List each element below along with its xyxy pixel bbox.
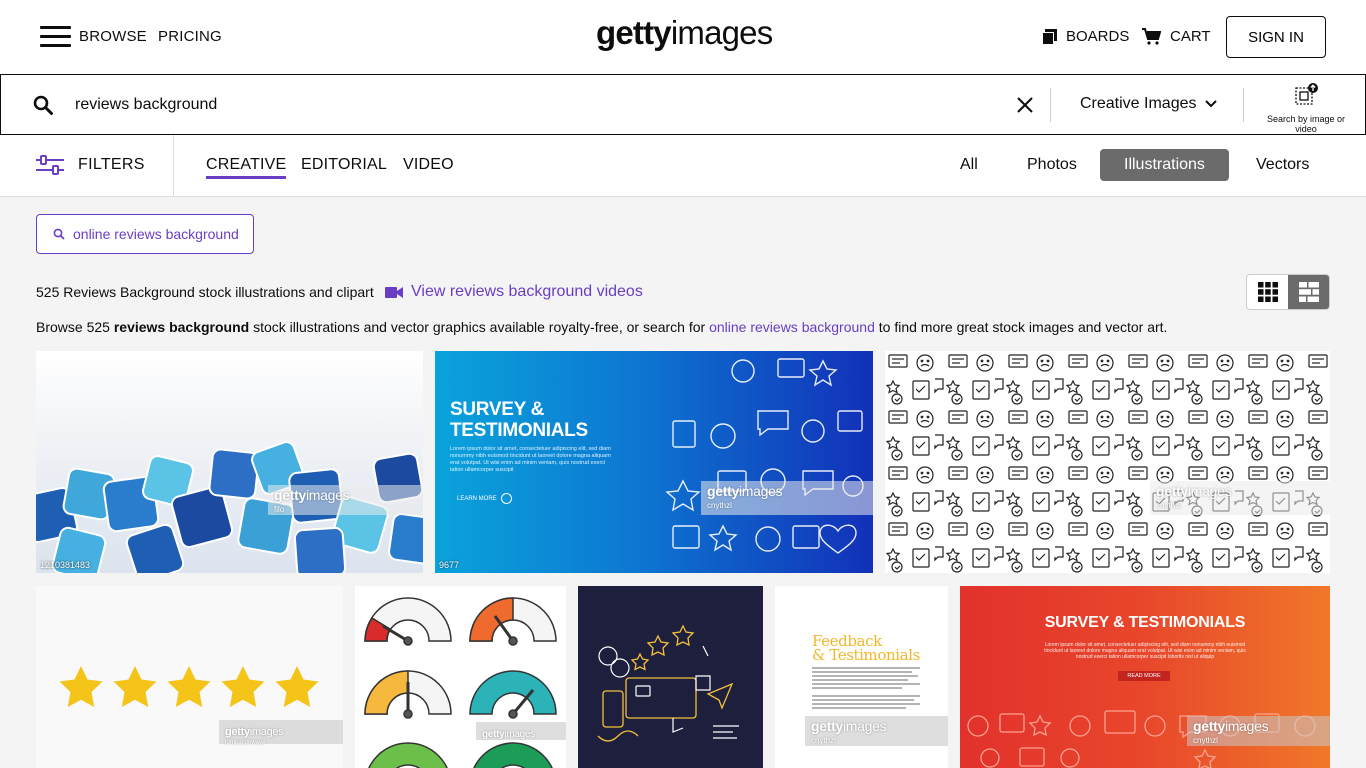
site-header: BROWSE PRICING gettyimages BOARDS CART S… <box>0 0 1366 74</box>
survey-red-body: Lorem ipsum dolor sit amet, consectetuer… <box>1044 642 1246 660</box>
image-id: 9677 <box>439 560 460 570</box>
watermark: gettyimages cnythzl <box>1150 481 1330 515</box>
watermark-logo: gettyimages <box>225 726 284 738</box>
image-credit: cnythzl <box>707 501 732 510</box>
media-tab-all[interactable]: All <box>960 156 978 174</box>
media-tab-vectors[interactable]: Vectors <box>1256 156 1309 174</box>
menu-icon[interactable] <box>40 26 71 48</box>
grid-icon <box>1257 282 1278 302</box>
watermark-logo: gettyimages <box>482 729 535 740</box>
image-credit: tombaconwave <box>225 740 266 746</box>
survey-body: Lorem ipsum dolor sit amet, consectetuer… <box>450 446 611 473</box>
watermark-logo: gettyimages <box>274 487 350 503</box>
browse-mid: stock illustrations and vector graphics … <box>249 319 710 335</box>
navy-icons-illustration <box>597 624 739 742</box>
browse-suffix: to find more great stock images and vect… <box>874 319 1168 335</box>
cart-link[interactable]: CART <box>1142 28 1211 45</box>
tab-creative[interactable]: CREATIVE <box>206 156 287 179</box>
image-tile-gauges[interactable]: gettyimages <box>355 586 566 768</box>
line-icons-pattern <box>885 351 1330 573</box>
search-by-image-label: Search by image or video <box>1266 114 1346 134</box>
getty-logo[interactable]: gettyimages <box>596 14 773 52</box>
survey-headline-1: SURVEY & <box>450 399 545 420</box>
filter-separator <box>173 135 174 197</box>
image-tile-survey-red[interactable]: SURVEY & TESTIMONIALS Lorem ipsum dolor … <box>960 586 1330 768</box>
filters-button[interactable]: FILTERS <box>36 155 145 175</box>
image-credit: filo <box>274 505 285 514</box>
search-input[interactable] <box>75 93 975 117</box>
boards-link[interactable]: BOARDS <box>1042 28 1129 45</box>
video-camera-icon <box>385 286 403 298</box>
search-divider <box>1050 88 1051 122</box>
filter-bar: FILTERS CREATIVE EDITORIAL VIDEO All Pho… <box>0 135 1366 197</box>
thumbs-up-illustration <box>36 441 423 573</box>
chevron-down-icon <box>1204 100 1217 108</box>
watermark: gettyimages cnythzl <box>805 716 948 746</box>
tab-video[interactable]: VIDEO <box>403 156 454 174</box>
suggested-search-chip[interactable]: online reviews background <box>36 214 254 254</box>
results-count: 525 Reviews Background stock illustratio… <box>36 284 374 300</box>
search-divider-2 <box>1243 88 1244 122</box>
image-tile-feedback[interactable]: Feedback & Testimonials gettyimages cnyt… <box>775 586 948 768</box>
search-bar: Creative Images Search by image or video <box>0 74 1366 135</box>
media-tab-photos[interactable]: Photos <box>1027 156 1077 174</box>
watermark: gettyimages <box>476 722 566 740</box>
watermark: gettyimages filo <box>268 485 423 515</box>
image-tile-thumbs-up[interactable]: gettyimages filo 1210381483 <box>36 351 423 573</box>
survey-headline-2: TESTIMONIALS <box>450 420 588 441</box>
image-type-dropdown[interactable]: Creative Images <box>1080 95 1217 113</box>
learn-more-cta: LEARN MORE <box>457 493 512 504</box>
pricing-link[interactable]: PRICING <box>158 28 222 45</box>
image-upload-icon <box>1295 83 1318 105</box>
browse-link[interactable]: BROWSE <box>79 28 147 45</box>
grid-view-button[interactable] <box>1247 275 1288 309</box>
search-icon[interactable] <box>33 95 53 115</box>
image-tile-navy-icons[interactable] <box>578 586 763 768</box>
clear-search-icon[interactable] <box>1015 95 1035 115</box>
tab-editorial[interactable]: EDITORIAL <box>301 156 387 174</box>
image-credit: cnythzl <box>1193 736 1218 745</box>
watermark-logo: gettyimages <box>811 718 887 734</box>
watermark: gettyimages tombaconwave <box>219 720 343 746</box>
browse-description: Browse 525 reviews background stock illu… <box>36 319 1167 335</box>
cart-icon <box>1142 28 1161 45</box>
search-by-image-button[interactable]: Search by image or video <box>1263 83 1349 134</box>
watermark: gettyimages cnythzl <box>701 481 873 515</box>
logo-light-text: images <box>670 14 773 51</box>
feedback-body-lines <box>812 667 920 709</box>
feedback-headline-2: & Testimonials <box>812 646 920 664</box>
sliders-icon <box>36 155 64 175</box>
boards-icon <box>1042 28 1057 45</box>
suggested-search-label: online reviews background <box>73 226 239 242</box>
view-toggle <box>1246 274 1330 310</box>
media-tab-illustrations[interactable]: Illustrations <box>1100 149 1229 181</box>
image-tile-icon-pattern[interactable]: gettyimages cnythzl <box>885 351 1330 573</box>
cart-label: CART <box>1170 28 1211 45</box>
watermark-logo: gettyimages <box>707 483 783 499</box>
logo-bold-text: getty <box>596 14 672 51</box>
search-icon <box>53 228 65 240</box>
view-videos-link[interactable]: View reviews background videos <box>385 283 643 301</box>
mosaic-view-button[interactable] <box>1288 275 1329 309</box>
image-id: 1210381483 <box>40 560 91 570</box>
view-videos-label: View reviews background videos <box>411 283 643 300</box>
sign-in-button[interactable]: SIGN IN <box>1226 16 1326 58</box>
mosaic-icon <box>1298 282 1319 302</box>
image-credit: cnythzl <box>1156 501 1181 510</box>
image-type-label: Creative Images <box>1080 95 1197 112</box>
boards-label: BOARDS <box>1066 28 1130 45</box>
survey-red-headline: SURVEY & TESTIMONIALS <box>1044 614 1246 631</box>
watermark: gettyimages cnythzl <box>1187 716 1330 746</box>
image-tile-survey-blue[interactable]: SURVEY & TESTIMONIALS Lorem ipsum dolor … <box>435 351 873 573</box>
image-credit: cnythzl <box>811 736 836 745</box>
read-more-cta: READ MORE <box>1118 671 1170 681</box>
watermark-logo: gettyimages <box>1156 483 1232 499</box>
survey-icons-pattern <box>665 358 864 554</box>
browse-suggested-link[interactable]: online reviews background <box>709 319 875 335</box>
filters-label: FILTERS <box>78 156 145 173</box>
watermark-logo: gettyimages <box>1193 718 1269 734</box>
image-tile-five-stars[interactable]: gettyimages tombaconwave <box>36 586 343 768</box>
browse-prefix: Browse 525 <box>36 319 114 335</box>
browse-bold: reviews background <box>113 319 250 335</box>
